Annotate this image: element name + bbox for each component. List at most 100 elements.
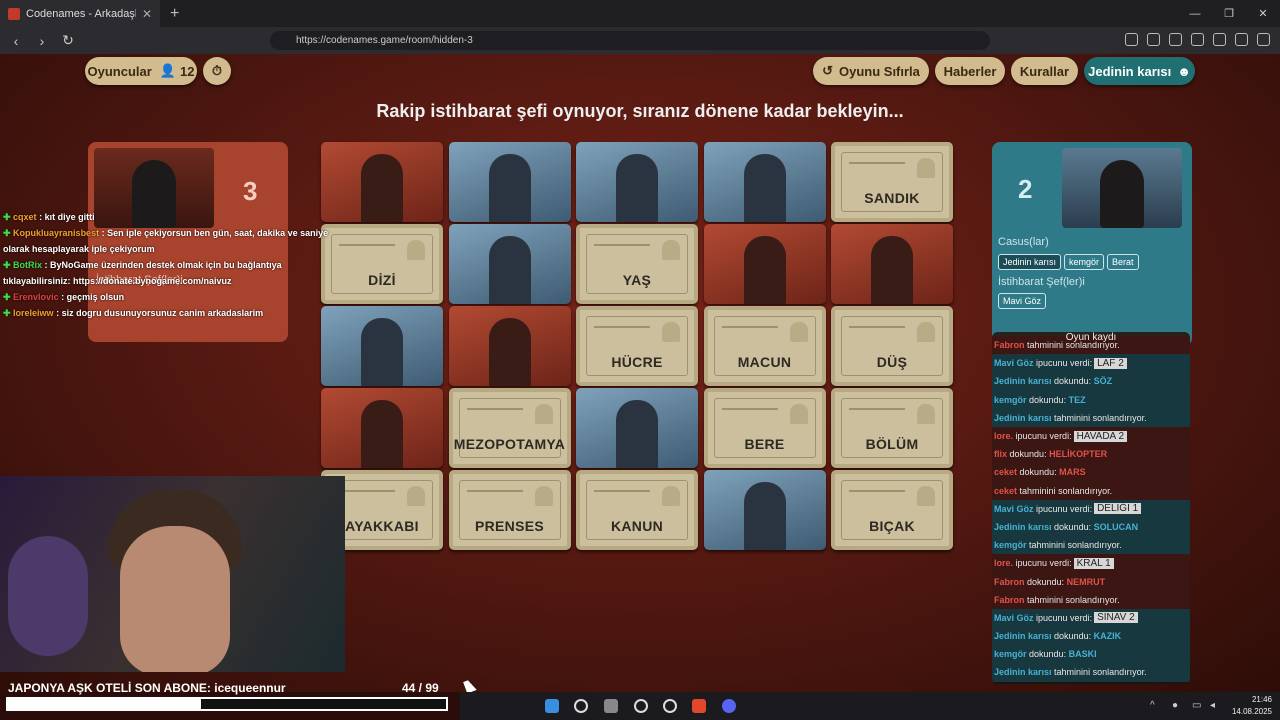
word-card[interactable]: DİZİ xyxy=(321,224,443,304)
log-row: Jedinin karısı tahminini sonlandırıyor. xyxy=(992,408,1190,427)
log-action: dokundu: xyxy=(1054,521,1092,532)
log-action: dokundu: xyxy=(1027,576,1065,587)
vpn-icon[interactable] xyxy=(1235,33,1248,46)
blue-agent-card[interactable] xyxy=(448,142,571,222)
search-icon[interactable] xyxy=(574,699,588,713)
back-icon[interactable]: ‹ xyxy=(6,33,26,49)
player-chip[interactable]: Berat xyxy=(1107,254,1139,270)
log-player: Mavi Göz xyxy=(994,503,1034,514)
chatgpt-icon[interactable] xyxy=(634,699,648,713)
microphone-icon[interactable]: ● xyxy=(1172,700,1178,711)
new-tab-icon[interactable]: + xyxy=(170,5,179,23)
news-button[interactable]: Haberler xyxy=(935,57,1005,85)
players-button[interactable]: Oyuncular 👤 12 xyxy=(85,57,197,85)
log-action: tahminini sonlandırıyor. xyxy=(1029,540,1122,551)
log-player: lore. xyxy=(994,431,1014,442)
red-agent-card[interactable] xyxy=(321,388,443,468)
word-card[interactable]: PRENSES xyxy=(448,470,571,550)
obs-icon[interactable] xyxy=(663,699,677,713)
user-menu-button[interactable]: Jedinin karısı ☻ xyxy=(1084,57,1195,85)
stream-ticker: JAPONYA AŞK OTELİ SON ABONE: icequeennur xyxy=(8,681,286,695)
log-player: flix xyxy=(994,449,1008,460)
word-card[interactable]: BERE xyxy=(703,388,826,468)
tray-chevron-icon[interactable]: ^ xyxy=(1150,700,1155,711)
player-chip[interactable]: Mavi Göz xyxy=(998,293,1047,309)
log-player: kemgör xyxy=(994,649,1027,660)
wallet-icon[interactable] xyxy=(1213,33,1226,46)
url-field[interactable]: https://codenames.game/room/hidden-3 xyxy=(270,31,990,50)
log-row: Jedinin karısı tahminini sonlandırıyor. xyxy=(992,663,1190,682)
brave-browser-icon[interactable] xyxy=(692,699,706,713)
red-agent-card[interactable] xyxy=(831,224,953,304)
subscriber-counter: 44 / 99 xyxy=(402,681,439,695)
red-agent-card[interactable] xyxy=(448,306,571,386)
chat-message: ✚ cqxet : kıt diye gitti xyxy=(3,212,95,222)
forward-icon[interactable]: › xyxy=(32,33,52,49)
smiley-icon: ☻ xyxy=(1177,63,1191,79)
chat-message: ✚ loreleiww : siz dogru dusunuyorsunuz c… xyxy=(3,308,264,318)
close-window-icon[interactable]: ✕ xyxy=(1246,0,1280,27)
log-hint: SINAV 2 xyxy=(1094,612,1138,624)
card-line xyxy=(466,490,523,492)
browser-tab[interactable]: Codenames - Arkadaşlarınızla ç ✕ xyxy=(0,0,160,27)
task-view-icon[interactable] xyxy=(604,699,618,713)
log-action: dokundu: xyxy=(1054,376,1092,387)
word-card[interactable]: DÜŞ xyxy=(831,306,953,386)
maximize-icon[interactable]: ❐ xyxy=(1212,0,1246,27)
word-card[interactable]: KANUN xyxy=(576,470,698,550)
log-row: Mavi Göz ipucunu verdi: LAF 2 xyxy=(992,354,1190,373)
blue-agent-card[interactable] xyxy=(448,224,571,304)
blue-agent-card[interactable] xyxy=(321,306,443,386)
log-row: Mavi Göz ipucunu verdi: SINAV 2 xyxy=(992,608,1190,627)
reset-game-button[interactable]: ↺ Oyunu Sıfırla xyxy=(813,57,929,85)
blue-agent-card[interactable] xyxy=(703,142,826,222)
blue-agent-card[interactable] xyxy=(576,388,698,468)
word-card[interactable]: MACUN xyxy=(703,306,826,386)
sidebar-icon[interactable] xyxy=(1191,33,1204,46)
log-word: SÖZ xyxy=(1093,376,1113,387)
extension-icon[interactable] xyxy=(1125,33,1138,46)
blue-agent-card[interactable] xyxy=(703,470,826,550)
extension-icon[interactable] xyxy=(1169,33,1182,46)
extension-icon[interactable] xyxy=(1147,33,1160,46)
chat-username: Kopukluayranisbest xyxy=(13,228,100,238)
word-card[interactable]: HÜCRE xyxy=(576,306,698,386)
url-text: https://codenames.game/room/hidden-3 xyxy=(296,35,473,46)
clock-date: 14.08.2025 xyxy=(1231,707,1272,716)
rules-button[interactable]: Kurallar xyxy=(1011,57,1078,85)
log-player: Jedinin karısı xyxy=(994,376,1052,387)
stream-chat: ✚ cqxet : kıt diye gitti ✚ Kopukluayranis… xyxy=(0,209,330,321)
start-icon[interactable] xyxy=(545,699,559,713)
word-card[interactable]: BIÇAK xyxy=(831,470,953,550)
log-action: tahminini sonlandırıyor. xyxy=(1054,667,1147,678)
log-player: Jedinin karısı xyxy=(994,631,1052,642)
card-word: BÖLÜM xyxy=(865,436,919,452)
menu-icon[interactable] xyxy=(1257,33,1270,46)
system-clock[interactable]: 21:46 14.08.2025 xyxy=(1232,694,1272,718)
card-word: BERE xyxy=(744,436,785,452)
word-card[interactable]: MEZOPOTAMYA xyxy=(448,388,571,468)
streamer-face xyxy=(120,526,230,672)
discord-icon[interactable] xyxy=(722,699,736,713)
reload-icon[interactable]: ↻ xyxy=(58,32,78,49)
log-action: tahminini sonlandırıyor. xyxy=(1054,412,1147,423)
timer-button[interactable]: ⏱ xyxy=(203,57,231,85)
word-card[interactable]: YAŞ xyxy=(576,224,698,304)
card-silhouette-icon xyxy=(534,486,553,506)
word-card[interactable]: SANDIK xyxy=(831,142,953,222)
volume-icon[interactable]: ◂ xyxy=(1210,700,1215,711)
red-agent-card[interactable] xyxy=(703,224,826,304)
chat-username: BotRix xyxy=(13,260,43,270)
player-chip[interactable]: Jedinin karısı xyxy=(998,254,1062,270)
log-word: TEZ xyxy=(1068,394,1086,405)
blue-agent-card[interactable] xyxy=(576,142,698,222)
player-chip[interactable]: kemgör xyxy=(1064,254,1105,270)
card-word: PRENSES xyxy=(474,518,544,534)
tab-close-icon[interactable]: ✕ xyxy=(142,7,152,21)
red-agent-card[interactable] xyxy=(321,142,443,222)
word-card[interactable]: BÖLÜM xyxy=(831,388,953,468)
game-log-rows: Fabron tahminini sonlandırıyor. Mavi Göz … xyxy=(992,336,1190,682)
network-icon[interactable]: ▭ xyxy=(1192,700,1201,711)
log-hint: HAVADA 2 xyxy=(1073,430,1128,442)
minimize-icon[interactable]: — xyxy=(1178,0,1212,27)
